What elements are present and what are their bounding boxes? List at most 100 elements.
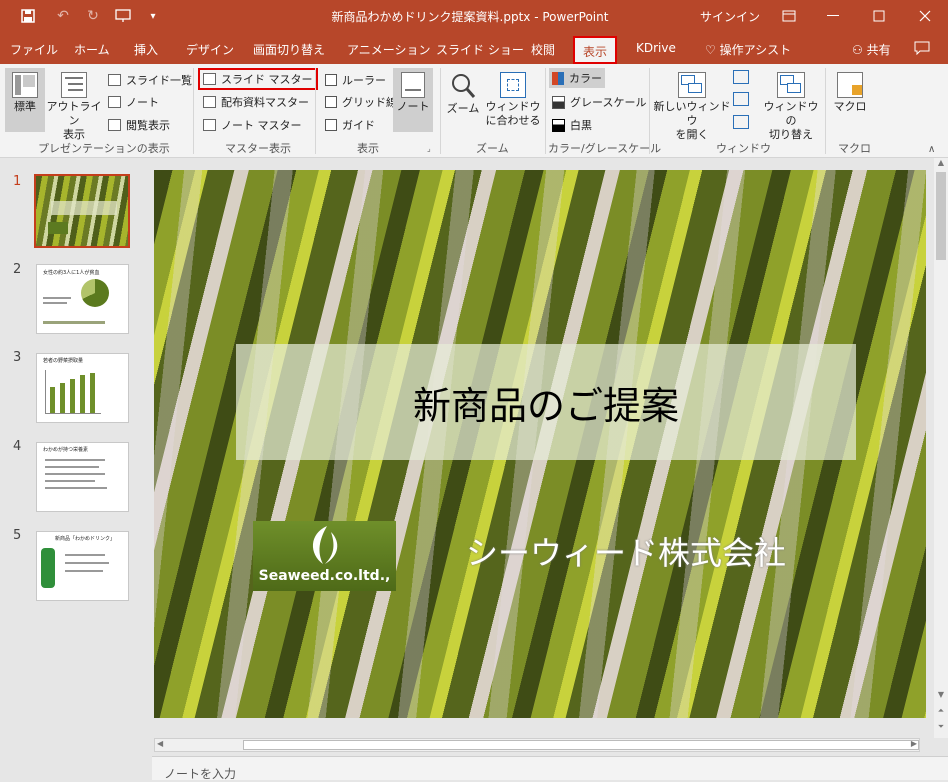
normal-view-icon <box>12 72 38 98</box>
cascade-icon[interactable] <box>733 92 749 106</box>
magnifier-icon <box>449 72 477 100</box>
slide-thumbnail[interactable] <box>34 174 130 248</box>
ruler-label: ルーラー <box>342 74 386 87</box>
signin-link[interactable]: サインイン <box>700 8 760 25</box>
color-button[interactable]: カラー <box>549 68 605 88</box>
notes-page-button[interactable]: ノート <box>105 92 162 112</box>
ribbon-separator <box>440 68 441 154</box>
slide-canvas[interactable]: 新商品のご提案 Seaweed.co.ltd., シーウィード株式会社 <box>154 170 926 718</box>
group-label-show: 表示 <box>357 142 379 155</box>
scroll-up-icon[interactable]: ▲ <box>935 158 947 170</box>
reading-view-label: 閲覧表示 <box>126 119 170 132</box>
dialog-launcher-icon[interactable]: ⌟ <box>427 144 431 153</box>
normal-view-button[interactable]: 標準 <box>5 68 45 132</box>
black-white-button[interactable]: 白黒 <box>549 115 595 135</box>
group-label-master-views: マスター表示 <box>225 142 291 155</box>
arrange-all-icon[interactable] <box>733 70 749 84</box>
tab-transitions[interactable]: 画面切り替え <box>253 41 325 58</box>
outline-view-button[interactable]: アウトライン 表示 <box>46 68 102 141</box>
minimize-icon[interactable] <box>810 0 856 32</box>
slide-thumbnail[interactable]: 女性の約3人に1人が貧血 <box>36 264 129 334</box>
tab-slideshow[interactable]: スライド ショー <box>436 41 524 58</box>
notes-toggle-button[interactable]: ノート <box>393 68 433 132</box>
scroll-left-icon[interactable]: ◀ <box>157 739 163 748</box>
ruler-check[interactable] <box>325 74 337 86</box>
slide-number: 2 <box>13 262 22 277</box>
notes-master-button[interactable]: ノート マスター <box>200 115 305 135</box>
guides-checkbox[interactable]: ガイド <box>322 115 378 135</box>
slide-sorter-button[interactable]: スライド一覧 <box>105 70 195 90</box>
redo-icon[interactable]: ↻ <box>80 0 106 32</box>
previous-slide-icon[interactable]: ⏶ <box>935 706 947 718</box>
thumbnail-text-line <box>43 297 71 299</box>
collapse-ribbon-icon[interactable]: ∧ <box>928 144 935 155</box>
title-bar: ↶ ↻ ▾ 新商品わかめドリンク提案資料.pptx - PowerPoint サ… <box>0 0 948 32</box>
slide-number: 5 <box>13 528 22 543</box>
color-swatch-icon <box>552 71 564 85</box>
company-logo[interactable]: Seaweed.co.ltd., <box>253 521 396 591</box>
zoom-button[interactable]: ズーム <box>444 68 482 132</box>
notes-pane[interactable]: ノートを入力 <box>152 756 948 781</box>
thumbnail-text-line <box>45 487 107 489</box>
tab-review[interactable]: 校閲 <box>531 41 555 58</box>
vertical-scroll-thumb[interactable] <box>936 172 946 260</box>
scroll-right-icon[interactable]: ▶ <box>911 739 917 748</box>
gridlines-check[interactable] <box>325 96 337 108</box>
tab-animations[interactable]: アニメーション <box>347 41 431 58</box>
undo-icon[interactable]: ↶ <box>50 0 76 32</box>
guides-label: ガイド <box>342 119 375 132</box>
zoom-label: ズーム <box>446 102 480 115</box>
horizontal-scrollbar[interactable]: ◀ ▶ <box>154 738 920 752</box>
tab-view[interactable]: 表示 <box>573 36 618 64</box>
handout-master-button[interactable]: 配布資料マスター <box>200 92 312 112</box>
slide-thumbnail[interactable]: わかめが持つ栄養素 <box>36 442 129 512</box>
fit-to-window-button[interactable]: ウィンドウ に合わせる <box>484 68 542 138</box>
tab-kdrive[interactable]: KDrive <box>636 41 676 55</box>
tab-design[interactable]: デザイン <box>186 41 234 58</box>
maximize-icon[interactable] <box>856 0 902 32</box>
thumbnail-title: 新商品「わかめドリンク」 <box>55 536 116 542</box>
tell-me-box[interactable]: ♡ 操作アシスト <box>705 41 791 58</box>
fit-to-window-icon <box>500 72 526 98</box>
thumbnail-text-line <box>45 459 105 461</box>
reading-view-button[interactable]: 閲覧表示 <box>105 115 173 135</box>
company-name: シーウィード株式会社 <box>466 534 787 572</box>
next-slide-icon[interactable]: ⏷ <box>935 722 947 734</box>
macros-button[interactable]: マクロ <box>830 68 870 132</box>
window-title: 新商品わかめドリンク提案資料.pptx - PowerPoint <box>331 10 609 24</box>
grayscale-button[interactable]: グレースケール <box>549 92 649 112</box>
ribbon-separator <box>649 68 650 154</box>
notes-page-icon <box>108 96 121 108</box>
thumbnail-pie-chart <box>81 279 109 307</box>
close-icon[interactable] <box>902 0 948 32</box>
tab-insert[interactable]: 挿入 <box>134 41 158 58</box>
notes-toggle-label: ノート <box>396 100 430 113</box>
presentation-icon[interactable] <box>110 0 136 32</box>
title-placeholder[interactable]: 新商品のご提案 <box>236 344 856 460</box>
slide-thumbnail[interactable]: 若者の野菜摂取量 <box>36 353 129 423</box>
scroll-down-icon[interactable]: ▼ <box>935 690 947 702</box>
gridlines-checkbox[interactable]: グリッド線 <box>322 92 400 112</box>
slide-master-button[interactable]: スライド マスター <box>198 68 318 90</box>
vertical-scrollbar[interactable]: ▲ ▼ ⏶ ⏷ <box>934 158 948 738</box>
thumbnail-bottle <box>41 548 55 588</box>
thumbnail-text-line <box>65 570 103 572</box>
share-button[interactable]: ⚇ 共有 <box>852 41 891 58</box>
move-split-icon[interactable] <box>733 115 749 129</box>
comment-icon[interactable] <box>914 41 930 58</box>
color-label: カラー <box>569 72 602 85</box>
horizontal-scroll-thumb[interactable] <box>243 740 919 750</box>
guides-check[interactable] <box>325 119 337 131</box>
save-icon[interactable] <box>15 0 41 32</box>
ribbon-separator <box>545 68 546 154</box>
tab-file[interactable]: ファイル <box>10 41 58 58</box>
notes-master-label: ノート マスター <box>221 119 302 132</box>
ruler-checkbox[interactable]: ルーラー <box>322 70 389 90</box>
ribbon-display-options-icon[interactable] <box>766 0 812 32</box>
slide-thumbnail[interactable]: 新商品「わかめドリンク」 <box>36 531 129 601</box>
switch-windows-button[interactable]: ウィンドウの 切り替え <box>760 68 822 141</box>
customize-qat-icon[interactable]: ▾ <box>140 0 166 32</box>
notes-page-label: ノート <box>126 96 159 109</box>
new-window-button[interactable]: 新しいウィンドウ を開く <box>652 68 732 141</box>
tab-home[interactable]: ホーム <box>74 41 110 58</box>
